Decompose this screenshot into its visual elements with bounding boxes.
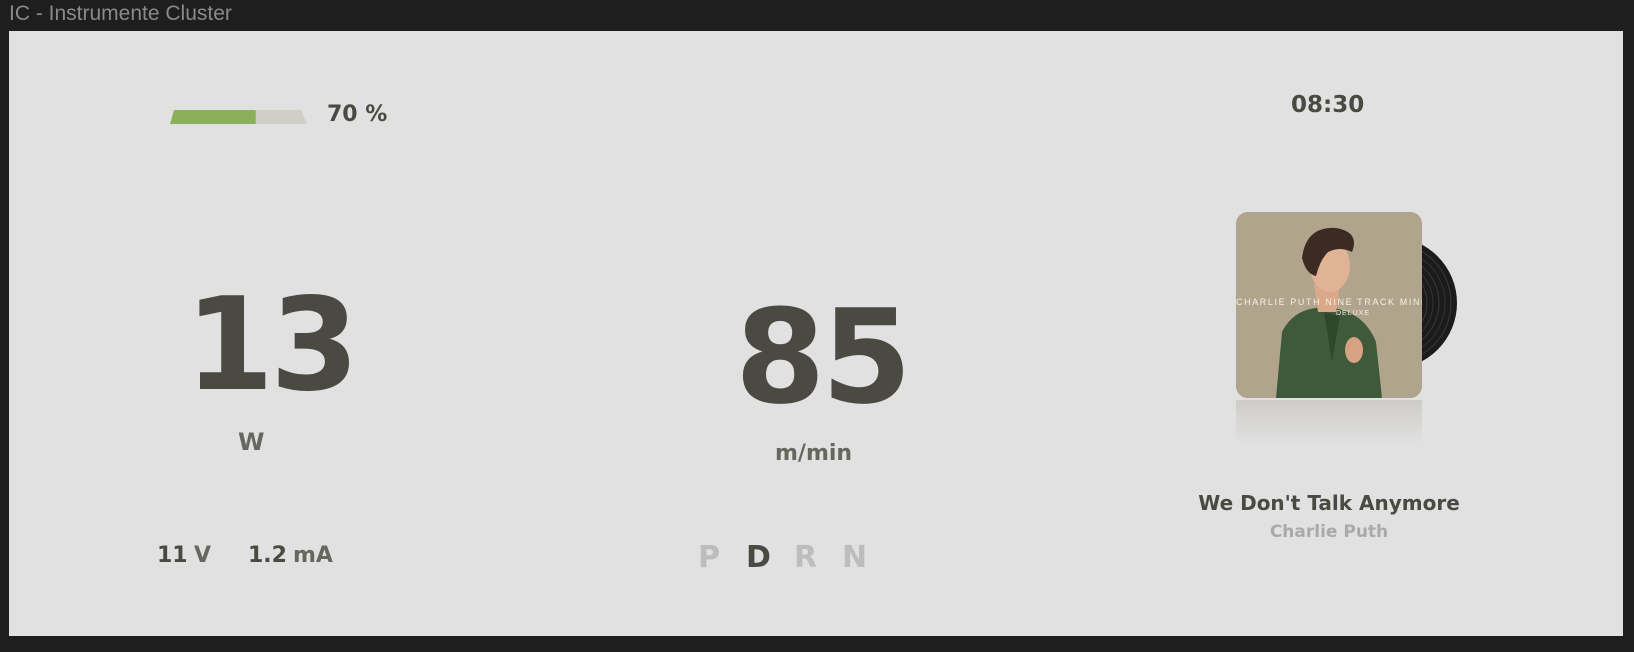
voltage-value: 11 [157,543,188,568]
album-art-title: CHARLIE PUTH NINE TRACK MIND [1236,297,1422,307]
window-titlebar: IC - Instrumente Cluster [0,0,1634,31]
clock-time: 08:30 [1291,92,1365,118]
album-cover[interactable]: CHARLIE PUTH NINE TRACK MIND DELUXE [1236,212,1422,398]
power-unit: W [238,428,265,456]
current-value: 1.2 [248,543,287,568]
voltage-unit: V [194,543,212,568]
power-value: 13 [185,271,359,420]
instrument-cluster-panel: 70 % 13 W 11 V 1.2 mA 85 m/min P D R N 0… [9,31,1623,636]
album-art-subtitle: DELUXE [1336,310,1371,317]
speed-unit: m/min [775,441,853,466]
current-unit: mA [293,543,333,568]
battery-bar-fill [170,110,256,124]
gear-neutral[interactable]: N [842,540,867,575]
battery-percent-label: 70 % [327,102,388,127]
gear-park[interactable]: P [698,540,720,575]
battery-level-bar [170,110,307,124]
track-title[interactable]: We Don't Talk Anymore [1179,491,1479,515]
window-title: IC - Instrumente Cluster [9,2,232,25]
album-cover-reflection [1236,400,1422,446]
track-artist[interactable]: Charlie Puth [1179,522,1479,542]
speed-value: 85 [735,281,912,433]
gear-reverse[interactable]: R [794,540,817,575]
gear-drive[interactable]: D [746,540,771,575]
